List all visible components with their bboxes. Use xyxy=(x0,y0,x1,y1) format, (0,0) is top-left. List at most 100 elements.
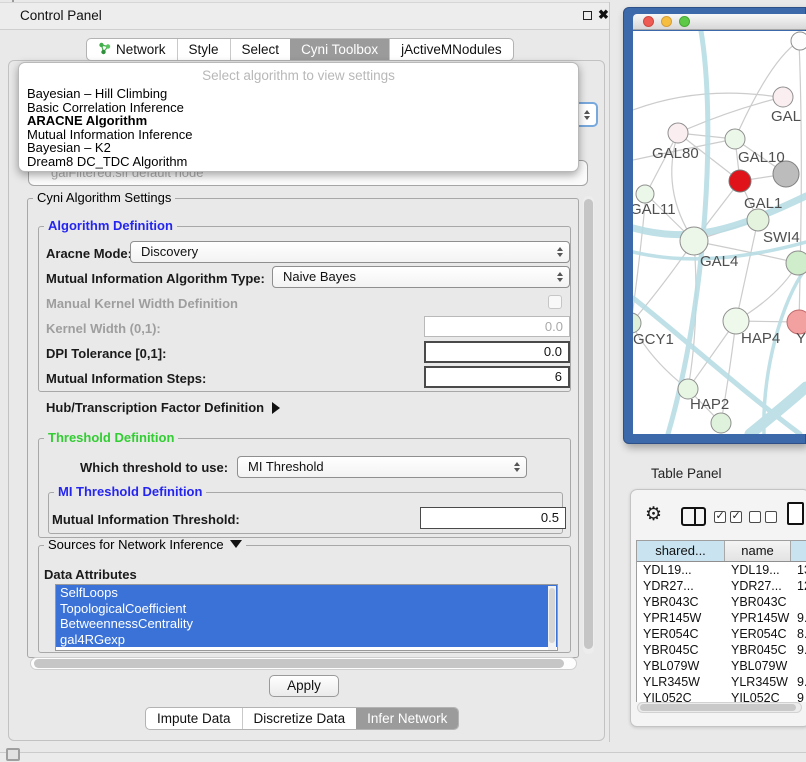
network-icon xyxy=(98,42,111,58)
tab-infer-network[interactable]: Infer Network xyxy=(356,708,458,729)
horizontal-scrollbar-thumb[interactable] xyxy=(34,659,564,668)
table-cell: YER054C xyxy=(725,626,791,642)
data-attribute-topologicalcoefficient[interactable]: TopologicalCoefficient xyxy=(56,601,557,617)
table-panel-title: Table Panel xyxy=(651,466,722,481)
algorithm-option-bayesian-k2[interactable]: Bayesian – K2 xyxy=(19,141,578,155)
table-cell: 9. xyxy=(791,674,806,690)
mi-steps-field[interactable]: 6 xyxy=(424,366,570,388)
data-attribute-gal4rgexp[interactable]: gal4RGexp xyxy=(56,632,557,648)
tab-impute-data[interactable]: Impute Data xyxy=(146,708,242,729)
sources-group-title: Sources for Network Inference xyxy=(48,537,224,552)
aracne-mode-label: Aracne Mode: xyxy=(46,246,132,261)
mi-type-select[interactable]: Naive Bayes xyxy=(272,266,570,288)
close-traffic-light[interactable] xyxy=(643,16,654,27)
node-unlabeled-top[interactable] xyxy=(791,32,806,50)
node-gal80[interactable] xyxy=(668,123,688,143)
dropdown-placeholder: Select algorithm to view settings xyxy=(19,67,578,87)
table-cell: 9. xyxy=(791,610,806,626)
table-row[interactable]: YLR345WYLR345W9. xyxy=(637,674,806,690)
node-right-green[interactable] xyxy=(786,251,806,275)
table-row[interactable]: YPR145WYPR145W9. xyxy=(637,610,806,626)
table-cell: YDL19... xyxy=(725,562,791,578)
data-attribute-selfloops[interactable]: SelfLoops xyxy=(56,585,557,601)
node-bottom-green[interactable] xyxy=(711,413,731,433)
data-attributes-list[interactable]: SelfLoopsTopologicalCoefficientBetweenne… xyxy=(55,584,558,651)
table-cell: 8. xyxy=(791,626,806,642)
algorithm-option-mutual-information-inference[interactable]: Mutual Information Inference xyxy=(19,128,578,142)
table-scrollbar-thumb[interactable] xyxy=(640,704,796,711)
node-gcy1[interactable] xyxy=(633,313,641,333)
table-cell: YPR145W xyxy=(725,610,791,626)
algorithm-option-dream8-dc-tdc-algorithm[interactable]: Dream8 DC_TDC Algorithm xyxy=(19,155,578,169)
node-gal-top[interactable] xyxy=(773,87,793,107)
node-swi4[interactable] xyxy=(747,209,769,231)
table-cell: YPR145W xyxy=(637,610,725,626)
table-row[interactable]: YBR045CYBR045C9. xyxy=(637,642,806,658)
apply-button[interactable]: Apply xyxy=(269,675,339,697)
table-cell: YBR045C xyxy=(725,642,791,658)
label-gal11: GAL11 xyxy=(633,201,676,218)
collapsed-panel-icon[interactable] xyxy=(6,748,20,761)
node-gal10[interactable] xyxy=(725,129,745,149)
scrollbar-thumb[interactable] xyxy=(549,588,555,643)
deselect-all-checkboxes-icon[interactable] xyxy=(749,511,777,523)
table-row[interactable]: YBR043CYBR043C xyxy=(637,594,806,610)
node-attribute-table[interactable]: shared...nameA YDL19...YDL19...13YDR27..… xyxy=(636,540,806,702)
vertical-scrollbar-thumb[interactable] xyxy=(584,199,593,649)
table-cell: YBL079W xyxy=(725,658,791,674)
algorithm-option-bayesian-hill-climbing[interactable]: Bayesian – Hill Climbing xyxy=(19,87,578,101)
document-icon[interactable] xyxy=(787,502,804,525)
tab-label: Infer Network xyxy=(367,711,447,726)
mi-threshold-field[interactable]: 0.5 xyxy=(420,507,566,529)
column-view-icon[interactable] xyxy=(681,507,706,526)
tab-style[interactable]: Style xyxy=(177,39,230,60)
close-icon[interactable]: ✖ xyxy=(598,7,609,23)
kernel-width-field[interactable]: 0.0 xyxy=(424,316,570,337)
column-header-shared[interactable]: shared... xyxy=(637,541,725,561)
table-row[interactable]: YER054CYER054C8. xyxy=(637,626,806,642)
aracne-mode-value: Discovery xyxy=(141,244,198,259)
table-row[interactable]: YDR27...YDR27...12 xyxy=(637,578,806,594)
table-cell: YDL19... xyxy=(637,562,725,578)
dpi-tolerance-field[interactable]: 0.0 xyxy=(424,341,570,363)
table-cell: YLR345W xyxy=(725,674,791,690)
tab-network[interactable]: Network xyxy=(87,39,177,60)
zoom-traffic-light[interactable] xyxy=(679,16,690,27)
tab-cyni-toolbox[interactable]: Cyni Toolbox xyxy=(290,39,389,60)
panel-divider xyxy=(609,2,610,742)
sources-group-toggle[interactable]: Sources for Network Inference xyxy=(44,538,246,552)
mi-steps-label: Mutual Information Steps: xyxy=(46,371,206,386)
tab-select[interactable]: Select xyxy=(230,39,291,60)
tab-discretize-data[interactable]: Discretize Data xyxy=(242,708,357,729)
app-root: Control Panel ✖ NetworkStyleSelectCyni T… xyxy=(0,0,806,762)
table-row[interactable]: YDL19...YDL19...13 xyxy=(637,562,806,578)
network-window-titlebar[interactable] xyxy=(633,14,806,30)
column-header-a[interactable]: A xyxy=(791,541,806,561)
table-row[interactable]: YBL079WYBL079W xyxy=(637,658,806,674)
float-window-icon[interactable] xyxy=(583,11,592,20)
node-gal4[interactable] xyxy=(680,227,708,255)
label-hap4: HAP4 xyxy=(741,330,780,347)
select-all-checkboxes-icon[interactable] xyxy=(714,511,742,523)
network-canvas[interactable]: GAL GAL80 GAL10 GAL1 SWI4 GAL11 GAL4 GCY… xyxy=(633,31,806,434)
which-threshold-select[interactable]: MI Threshold xyxy=(237,456,527,478)
manual-kernel-checkbox[interactable] xyxy=(548,295,562,309)
label-hap2: HAP2 xyxy=(690,396,729,413)
algorithm-option-aracne-algorithm[interactable]: ARACNE Algorithm xyxy=(19,114,578,128)
expand-right-icon xyxy=(272,402,280,414)
aracne-mode-select[interactable]: Discovery xyxy=(130,241,570,263)
mi-threshold-group-title: MI Threshold Definition xyxy=(54,485,206,499)
data-attribute-betweennesscentrality[interactable]: BetweennessCentrality xyxy=(56,616,557,632)
table-row[interactable]: YIL052CYIL052C9 xyxy=(637,690,806,702)
which-threshold-value: MI Threshold xyxy=(248,459,324,474)
node-gal1[interactable] xyxy=(729,170,751,192)
minimize-traffic-light[interactable] xyxy=(661,16,672,27)
gear-icon[interactable]: ⚙ xyxy=(645,503,662,526)
tab-jactivemnodules[interactable]: jActiveMNodules xyxy=(389,39,513,60)
column-header-name[interactable]: name xyxy=(725,541,791,561)
top-tab-bar: Network StyleSelectCyni ToolboxjActiveMNo… xyxy=(86,38,514,61)
hub-definition-toggle[interactable]: Hub/Transcription Factor Definition xyxy=(46,400,280,415)
list-scrollbar[interactable] xyxy=(548,586,556,650)
algorithm-option-basic-correlation-inference[interactable]: Basic Correlation Inference xyxy=(19,101,578,115)
tab-label: Network xyxy=(116,42,166,57)
